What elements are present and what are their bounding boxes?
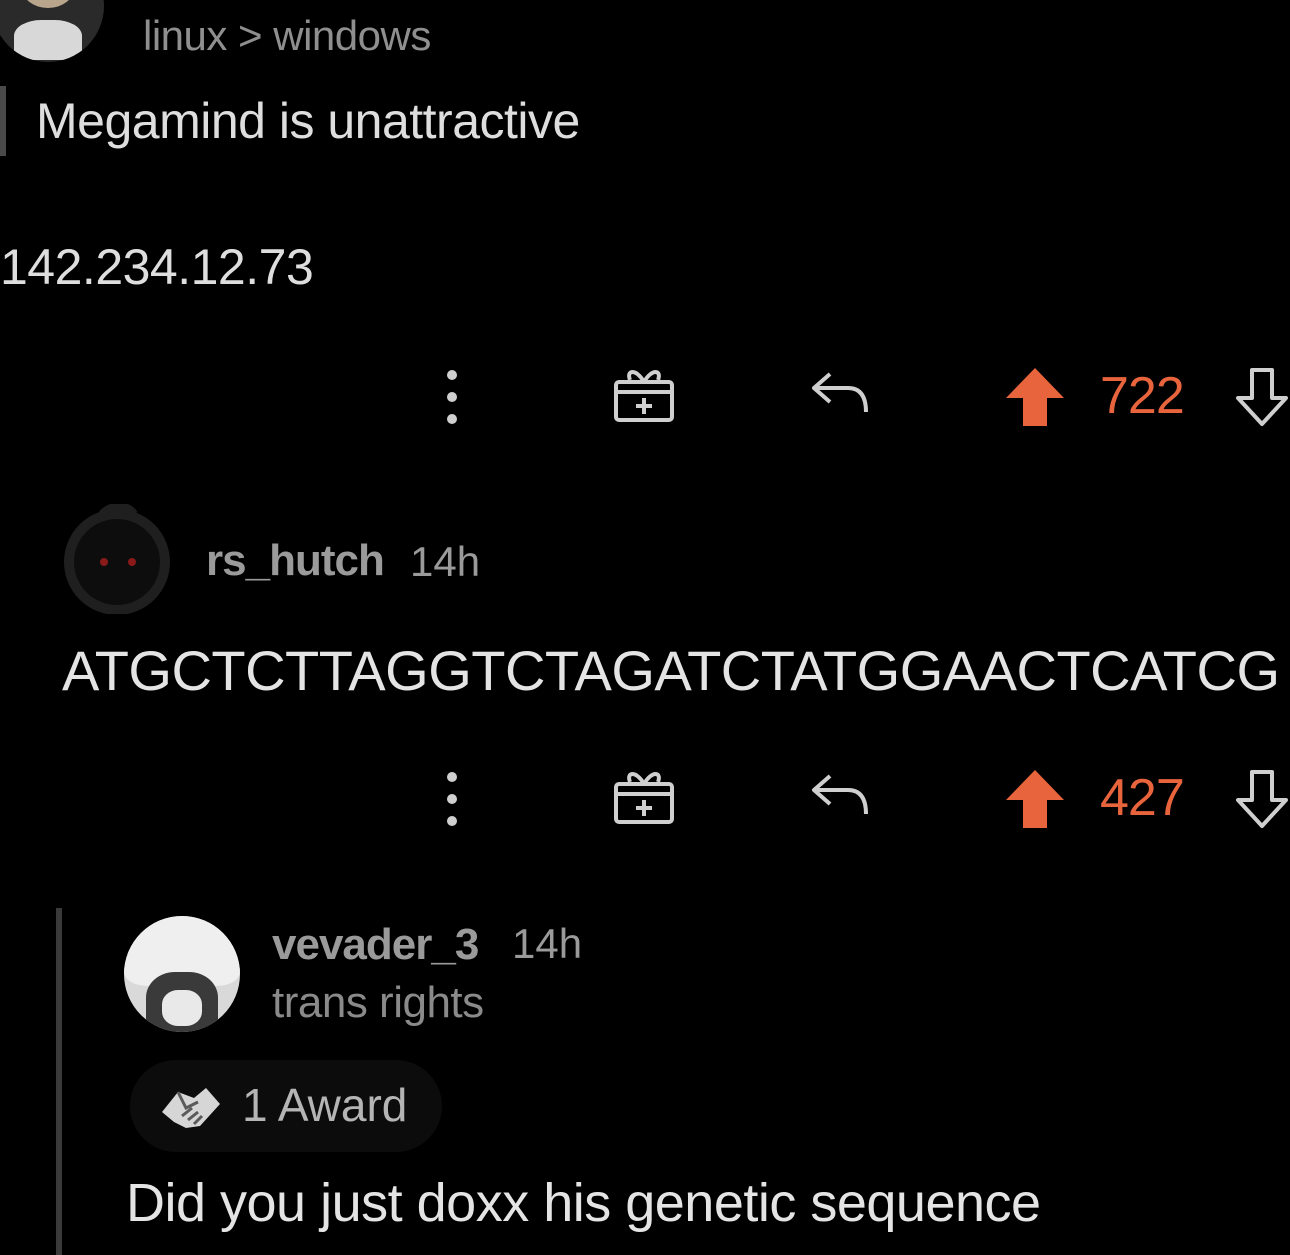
- timestamp: 14h: [410, 538, 481, 585]
- username[interactable]: vevader_3: [272, 920, 479, 970]
- user-flair: linux > windows: [143, 12, 431, 59]
- avatar[interactable]: [0, 0, 104, 62]
- gift-icon[interactable]: [612, 362, 676, 429]
- award-label: 1 Award: [242, 1079, 408, 1131]
- thread-line[interactable]: [56, 908, 62, 1255]
- avatar[interactable]: [124, 916, 240, 1032]
- comment-action-bar: 722: [0, 362, 1290, 442]
- downvote-arrow-icon[interactable]: [1234, 366, 1290, 433]
- comment-action-bar: 427: [0, 764, 1290, 844]
- username[interactable]: rs_hutch: [206, 536, 385, 586]
- snoo-avatar-icon[interactable]: [62, 502, 172, 615]
- more-vertical-icon[interactable]: [442, 768, 462, 832]
- comment-body: ATGCTCTTAGGTCTAGATCTATGGAACTCATCG: [62, 639, 1280, 702]
- user-flair: trans rights: [272, 978, 484, 1027]
- thread-line[interactable]: [0, 86, 6, 156]
- timestamp: 14h: [512, 920, 583, 967]
- award-badge[interactable]: 1 Award: [130, 1060, 442, 1152]
- handshake-award-icon: [156, 1078, 224, 1139]
- gift-icon[interactable]: [612, 764, 676, 831]
- reply-icon[interactable]: [808, 770, 872, 825]
- comment-body-line: Megamind is unattractive: [36, 93, 580, 149]
- comment-body: Did you just doxx his genetic sequence: [126, 1173, 1041, 1233]
- comment-body-line: 142.234.12.73: [0, 239, 314, 295]
- avatar-face: [162, 990, 202, 1026]
- avatar-face: [22, 0, 74, 8]
- vote-score: 427: [1100, 769, 1185, 827]
- more-vertical-icon[interactable]: [442, 366, 462, 430]
- vote-score: 722: [1100, 367, 1185, 425]
- reply-icon[interactable]: [808, 368, 872, 423]
- avatar-shirt: [14, 20, 82, 60]
- upvote-arrow-icon[interactable]: [1004, 366, 1066, 433]
- upvote-arrow-icon[interactable]: [1004, 768, 1066, 835]
- downvote-arrow-icon[interactable]: [1234, 768, 1290, 835]
